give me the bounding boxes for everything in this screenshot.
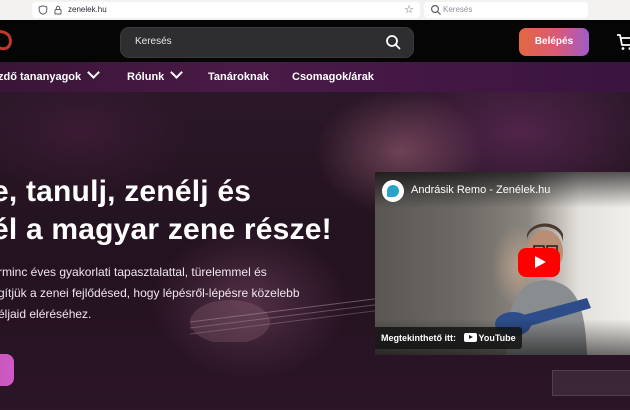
site-search-input[interactable]: Keresés [120,27,414,58]
browser-search-field[interactable]: Keresés [424,2,588,18]
youtube-video-embed[interactable]: Andrásik Remo - Zenélek.hu Megtekinthető… [375,172,630,355]
hero-text-line: gítjük a zenei fejlődésed, hogy lépésről… [0,286,300,300]
cart-icon[interactable] [616,33,630,51]
nav-item-for-teachers[interactable]: Tanároknak [208,62,269,92]
address-bar[interactable]: zenelek.hu ☆ [32,2,420,18]
play-button[interactable] [518,248,560,277]
login-button[interactable]: Belépés [519,28,589,56]
watch-on-label: Megtekinthető itt: [381,333,456,343]
youtube-logo: YouTube [463,326,516,349]
url-text[interactable]: zenelek.hu [68,4,107,16]
youtube-wordmark: YouTube [478,332,516,343]
hero-text-line: éljaid eléréséhez. [0,307,92,321]
nav-item-label: Rólunk [127,71,165,83]
chevron-down-icon [87,66,100,79]
nav-item-label: Csomagok/árak [292,71,374,83]
play-icon [535,256,546,268]
hero-description: rminc éves gyakorlati tapasztalattal, tü… [0,262,300,325]
guitar-pick-icon [387,185,399,197]
search-icon[interactable] [385,34,401,50]
browser-toolbar: zenelek.hu ☆ Keresés [0,0,630,21]
youtube-play-icon [463,333,477,343]
bookmark-star-icon[interactable]: ☆ [404,3,414,17]
hero-title: e, tanulj, zenélj és él a magyar zene ré… [0,174,332,250]
nav-item-label: zdő tananyagok [0,71,82,83]
hero-text-line: rminc éves gyakorlati tapasztalattal, tü… [0,265,267,279]
watch-on-youtube-button[interactable]: Megtekinthető itt: YouTube [375,327,522,349]
hero-secondary-button[interactable] [552,370,630,396]
chevron-down-icon [170,66,184,79]
nav-item-learning-materials[interactable]: zdő tananyagok [0,62,100,92]
hero-cta-button[interactable] [0,354,14,386]
hero-title-line: e, tanulj, zenélj és [0,175,252,208]
lock-icon[interactable] [53,5,63,15]
site-header: Keresés Belépés [0,20,630,62]
hero-title-line: él a magyar zene része! [0,213,332,246]
nav-item-label: Tanároknak [208,71,269,83]
site-search-label: Keresés [135,36,172,47]
channel-avatar[interactable] [382,180,404,202]
site-logo[interactable] [0,28,16,52]
shield-icon[interactable] [38,5,48,15]
nav-item-packages-prices[interactable]: Csomagok/árak [292,62,374,92]
browser-search-placeholder: Keresés [443,5,473,14]
nav-item-about[interactable]: Rólunk [127,62,184,92]
main-navigation: zdő tananyagok Rólunk Tanároknak Csomago… [0,62,630,92]
video-title[interactable]: Andrásik Remo - Zenélek.hu [411,184,550,197]
search-icon [430,4,441,15]
